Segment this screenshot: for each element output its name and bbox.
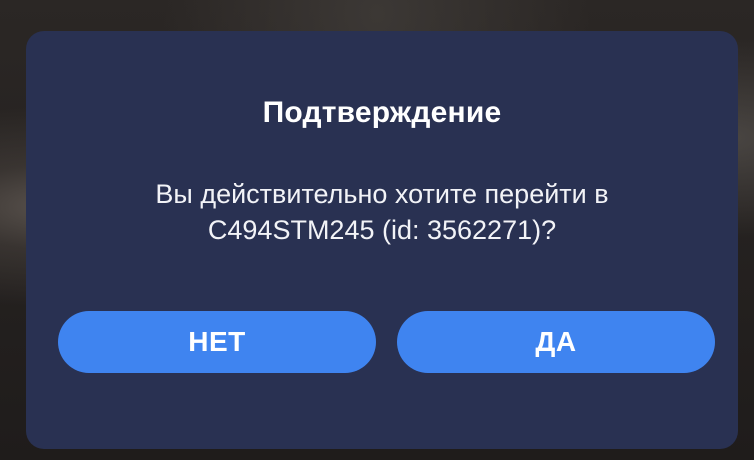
dialog-message-line-2: C494STM245 (id: 3562271)? — [207, 215, 557, 245]
yes-button[interactable]: ДА — [397, 311, 715, 373]
no-button[interactable]: НЕТ — [58, 311, 376, 373]
dialog-title: Подтверждение — [262, 96, 502, 129]
confirmation-dialog: Подтверждение Вы действительно хотите пе… — [26, 31, 738, 449]
dialog-message-line-1: Вы действительно хотите перейти в — [155, 179, 609, 209]
dialog-message: Вы действительно хотите перейти в C494ST… — [66, 176, 698, 248]
